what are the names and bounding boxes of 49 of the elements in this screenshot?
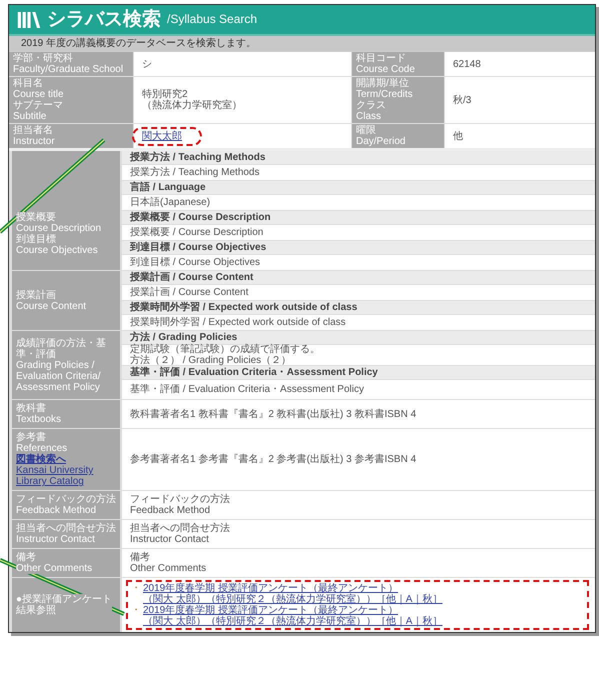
section-content: 教科書著者名1 教科書『書名』2 教科書(出版社) 3 教科書ISBN 4 [122, 400, 595, 428]
section-heading: 言語 / Language [122, 181, 595, 194]
field-label: 開講期/単位 Term/Credits クラス Class [352, 77, 444, 123]
page-title: シラバス検索 [47, 8, 161, 31]
bullet: ・ [131, 605, 141, 618]
section-content: 授業計画 / Course Content [122, 285, 595, 300]
section-content: 授業時間外学習 / Expected work outside of class [122, 315, 595, 330]
section-label: ●授業評価アンケート 結果参照 [16, 594, 112, 616]
field-label: 科目名 Course title サブテーマ Subtitle [9, 77, 133, 123]
section-content: 参考書著者名1 参考書『書名』2 参考書(出版社) 3 参考書ISBN 4 [122, 429, 595, 490]
section-content: 到達目標 / Course Objectives [122, 255, 595, 270]
page-subtitle: /Syllabus Search [167, 14, 258, 25]
field-label: 科目コード Course Code [352, 52, 444, 76]
section-label: 担当者への問合せ方法 Instructor Contact [16, 523, 116, 545]
section-content: フィードバックの方法 Feedback Method [122, 491, 595, 519]
notice-text: 2019 年度の講義概要のデータベースを検索します。 [9, 36, 595, 51]
section-heading: 基準・評価 / Evaluation Criteria・Assessment Policy [122, 366, 595, 378]
section-content: 備考 Other Comments [122, 549, 595, 577]
bullet: ・ [131, 583, 141, 596]
section-content: 日本語(Japanese) [122, 195, 595, 210]
section-label: 授業計画 Course Content [16, 290, 86, 312]
section-heading: 方法 / Grading Policies [122, 331, 595, 344]
section-heading: 授業時間外学習 / Expected work outside of class [122, 301, 595, 314]
field-label: 担当者名 Instructor [9, 124, 133, 148]
section-content: 授業方法 / Teaching Methods [122, 165, 595, 180]
field-value: 特別研究2 （熱流体力学研究室） [142, 89, 242, 111]
survey-link[interactable]: 2019年度春学期 授業評価アンケート（最終アンケート） （関大 太郎）（特別研究２（熱流体力学研究室））［他｜A｜秋］ [143, 605, 442, 627]
survey-link[interactable]: 2019年度春学期 授業評価アンケート（最終アンケート） （関大 太郎）（特別研究２（熱流体力学研究室））［他｜A｜秋］ [143, 583, 442, 605]
section-content: 基準・評価 / Evaluation Criteria・Assessment Policy [122, 380, 595, 399]
field-label: 曜限 Day/Period [352, 124, 444, 148]
section-label: 備考 Other Comments [16, 552, 92, 574]
section-heading: 授業概要 / Course Description [122, 211, 595, 224]
field-value: 他 [453, 130, 463, 142]
field-value: 62148 [453, 58, 481, 70]
field-value: シ [142, 58, 152, 70]
section-label: フィードバックの方法 Feedback Method [16, 494, 116, 516]
logo-icon [17, 10, 41, 30]
field-value: 秋/3 [453, 94, 472, 106]
section-content: 担当者への問合せ方法 Instructor Contact [122, 520, 595, 548]
section-heading: 授業方法 / Teaching Methods [122, 151, 595, 164]
section-heading: 授業計画 / Course Content [122, 271, 595, 284]
section-heading: 到達目標 / Course Objectives [122, 241, 595, 254]
section-label: 授業概要 Course Description 到達目標 Course Objectives [16, 212, 102, 256]
field-label: 学部・研究科 Faculty/Graduate School [9, 52, 133, 76]
section-label: 参考書 References [16, 432, 68, 454]
instructor-link[interactable]: 関大太郎 [142, 130, 182, 142]
section-content: 授業概要 / Course Description [122, 225, 595, 240]
section-label: 教科書 Textbooks [16, 403, 62, 425]
catalog-link[interactable]: 図書検索へ [16, 454, 66, 465]
